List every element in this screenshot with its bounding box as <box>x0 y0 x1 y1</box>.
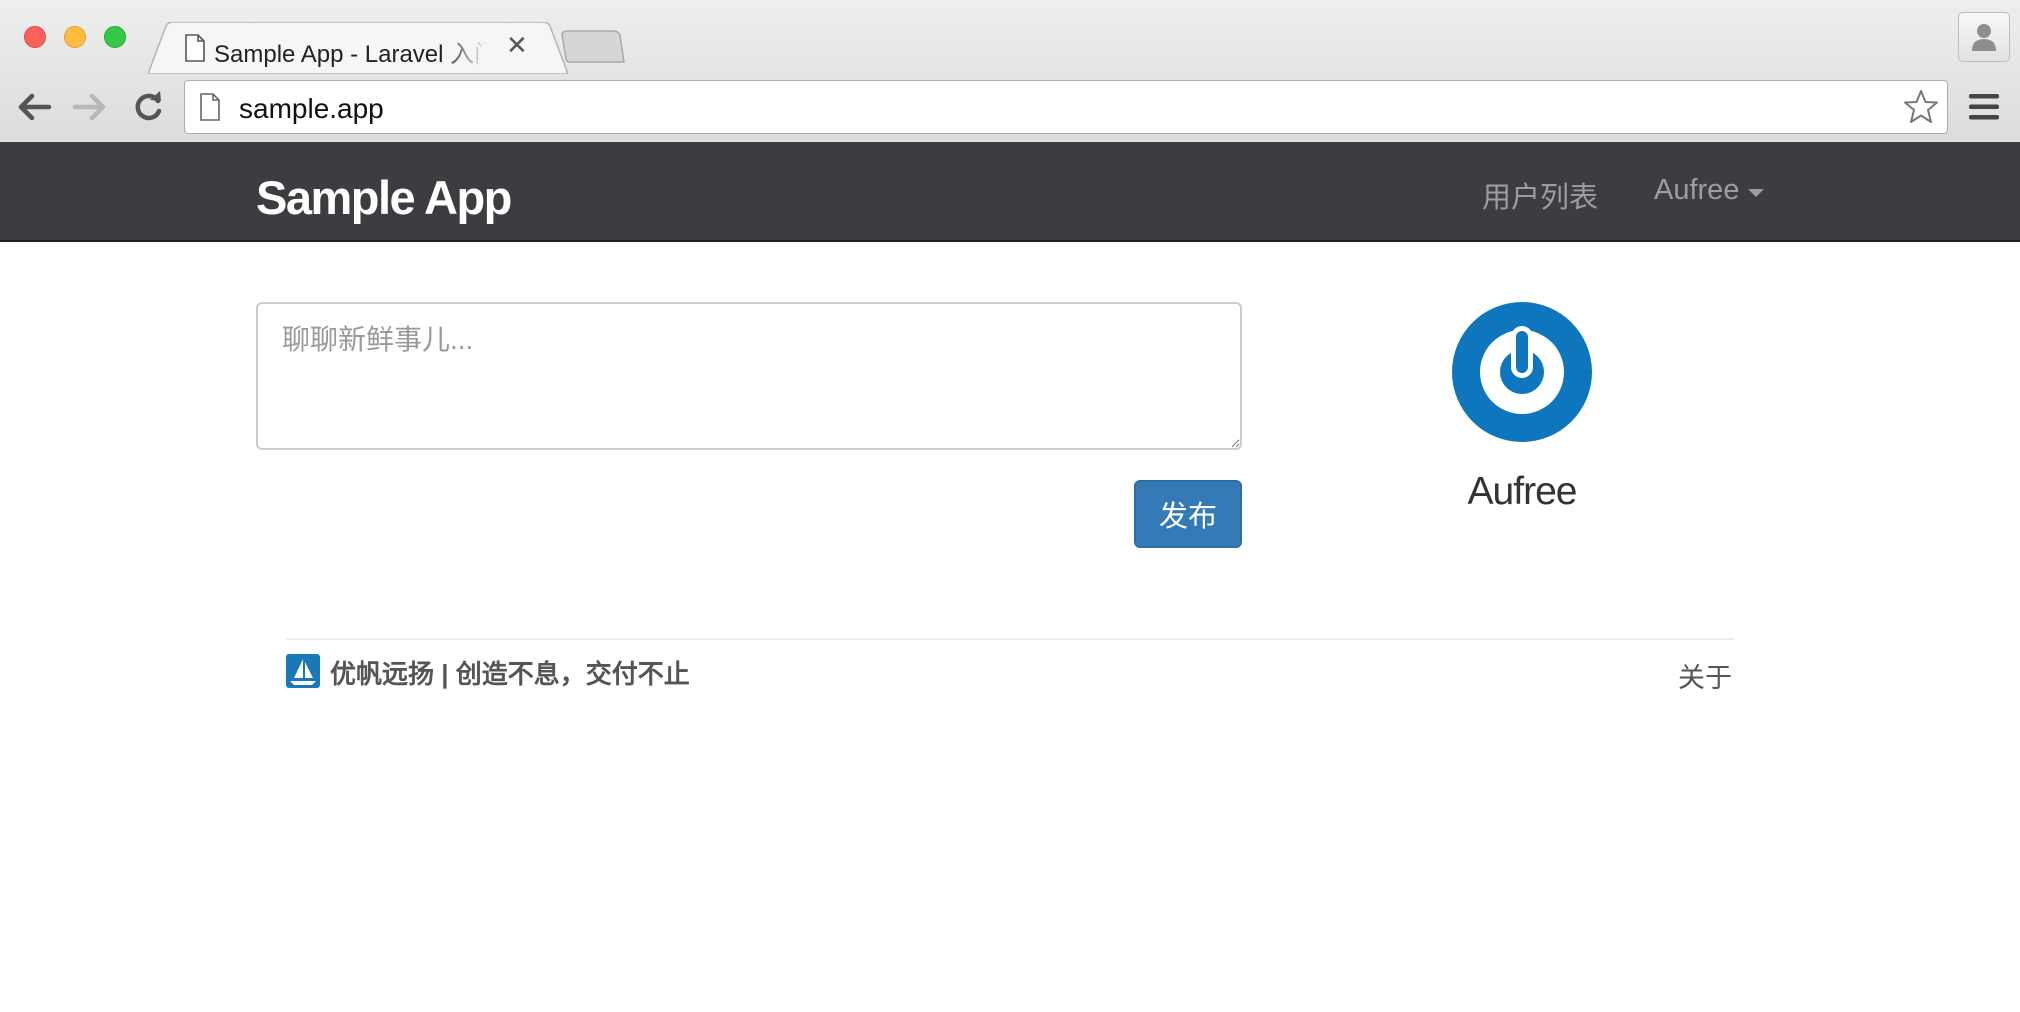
publish-button[interactable]: 发布 <box>1134 480 1242 548</box>
app-navbar: Sample App 用户列表 Aufree <box>0 142 2020 242</box>
browser-tab[interactable]: Sample App - Laravel 入门教程 ✕ <box>148 22 568 74</box>
caret-down-icon[interactable] <box>1748 189 1764 197</box>
footer-divider <box>286 638 1734 640</box>
nav-link-user-list[interactable]: 用户列表 <box>1482 174 1598 216</box>
tab-title: Sample App - Laravel 入门教程 <box>214 41 486 68</box>
nav-user-dropdown[interactable]: Aufree <box>1654 174 1739 207</box>
profile-icon <box>1971 22 1997 57</box>
tab-close-icon[interactable]: ✕ <box>506 30 528 61</box>
page-icon <box>199 93 221 126</box>
address-bar[interactable]: sample.app <box>184 80 1948 134</box>
gravatar-power-icon[interactable] <box>1452 302 1592 442</box>
zoom-window-button[interactable] <box>104 26 126 48</box>
menu-icon[interactable] <box>1968 92 2000 127</box>
reload-icon[interactable] <box>132 91 164 128</box>
star-icon[interactable] <box>1903 89 1939 130</box>
forward-arrow-icon[interactable] <box>72 92 108 127</box>
status-composer-input[interactable] <box>256 302 1242 450</box>
profile-name[interactable]: Aufree <box>1402 470 1642 514</box>
minimize-window-button[interactable] <box>64 26 86 48</box>
footer-brand-text[interactable]: 优帆远扬 | 创造不息，交付不止 <box>330 654 690 691</box>
new-tab-button[interactable] <box>560 30 626 64</box>
brand-link[interactable]: Sample App <box>256 170 512 225</box>
footer-link-about[interactable]: 关于 <box>1678 656 1732 695</box>
sailboat-icon[interactable] <box>286 654 320 688</box>
close-window-button[interactable] <box>24 26 46 48</box>
profile-button[interactable] <box>1958 12 2010 62</box>
address-text[interactable]: sample.app <box>239 93 384 125</box>
browser-chrome: Sample App - Laravel 入门教程 ✕ sample.app <box>0 0 2020 143</box>
back-arrow-icon[interactable] <box>16 92 52 127</box>
